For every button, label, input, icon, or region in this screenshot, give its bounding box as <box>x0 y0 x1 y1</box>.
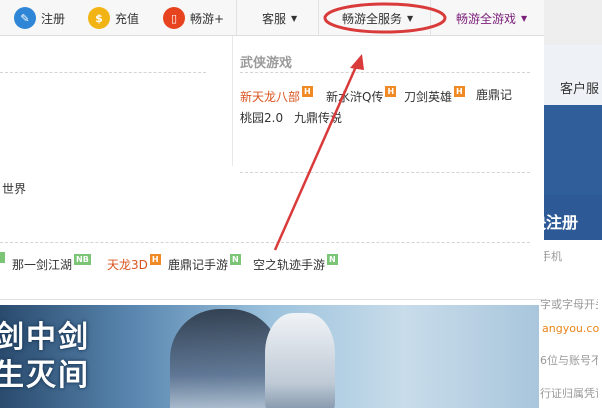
game-label: 新天龙八部 <box>240 90 301 104</box>
game-label: 那一剑江湖 <box>12 258 73 272</box>
game-link[interactable]: 天龙3D H <box>107 254 161 273</box>
game-label: 刀剑英雄 <box>404 90 453 104</box>
column-divider <box>232 36 233 166</box>
hot-badge: H <box>149 254 161 265</box>
phone-icon: ▯ <box>163 7 185 29</box>
dashed-divider <box>240 172 530 173</box>
hint-text: 字或字母开头 <box>540 298 598 311</box>
all-services-menu[interactable]: 畅游全服务 ▼ <box>342 0 413 36</box>
new-badge: N <box>230 254 241 265</box>
new-badge: NB <box>74 254 91 265</box>
game-link[interactable]: 鹿鼎记 <box>476 86 512 103</box>
hot-badge: H <box>385 86 397 97</box>
phone-tab[interactable]: 手机 <box>540 248 598 264</box>
banner-slogan: 剑中剑 生灭间 <box>0 319 90 395</box>
customer-service-label: 客户服 <box>560 82 600 97</box>
game-label: 鹿鼎记 <box>476 88 513 102</box>
game-link[interactable]: 新天龙八部 H <box>240 86 313 105</box>
domain-text: angyou.com <box>542 322 600 335</box>
dashed-divider <box>0 72 206 73</box>
hot-badge: H <box>302 86 313 97</box>
game-banner[interactable]: 剑中剑 生灭间 <box>0 305 539 408</box>
register-link[interactable]: ✎ 注册 <box>14 0 65 36</box>
badge-fragment <box>0 252 5 270</box>
all-games-label: 畅游全游戏 <box>456 11 517 26</box>
all-services-label: 畅游全服务 <box>342 11 403 26</box>
pencil-icon: ✎ <box>14 7 36 29</box>
all-games-menu[interactable]: 畅游全游戏 ▼ <box>456 0 527 36</box>
game-label: 桃园2.0 <box>240 111 284 125</box>
register-label: 注册 <box>41 11 66 26</box>
character-figure <box>265 313 335 408</box>
game-label: 新水浒Q传 <box>326 90 384 104</box>
recharge-link[interactable]: $ 充值 <box>88 0 139 36</box>
new-badge <box>0 252 5 263</box>
hint-text: 行证归属凭证 <box>540 387 598 400</box>
recharge-label: 充值 <box>115 11 140 26</box>
game-link[interactable]: 新水浒Q传 H <box>326 86 397 105</box>
wuxia-section-title: 武侠游戏 <box>240 56 293 71</box>
game-link[interactable]: 鹿鼎记手游 N <box>168 254 241 273</box>
dashed-divider <box>240 72 530 73</box>
changyou-plus-label: 畅游+ <box>190 11 225 26</box>
right-sidebar: 客户服 快注册 手机 字或字母开头 angyou.com 6位与账号不 行证归属… <box>530 0 602 408</box>
service-menu[interactable]: 客服 ▼ <box>262 0 297 36</box>
game-label: 天龙3D <box>107 258 148 272</box>
slogan-line: 剑中剑 <box>0 320 90 355</box>
service-label: 客服 <box>262 11 287 26</box>
caret-down-icon: ▼ <box>291 13 298 23</box>
game-label: 空之轨迹手游 <box>253 258 326 272</box>
game-link[interactable]: 那一剑江湖 NB <box>12 254 91 273</box>
toolbar-divider <box>318 0 319 36</box>
caret-down-icon: ▼ <box>521 13 528 23</box>
new-badge: N <box>327 254 338 265</box>
slogan-line: 生灭间 <box>0 358 90 393</box>
right-top-area <box>544 0 602 45</box>
game-label: 九鼎传说 <box>294 111 343 125</box>
top-toolbar: ✎ 注册 $ 充值 ▯ 畅游+ 客服 ▼ 畅游全服务 ▼ 畅游全游戏 ▼ <box>0 0 544 36</box>
quick-register-header: 快注册 <box>530 195 602 240</box>
game-label: 鹿鼎记手游 <box>168 258 229 272</box>
all-services-dropdown: 武侠游戏 新天龙八部 H 新水浒Q传 H 刀剑英雄 H 鹿鼎记 桃园2.0 九鼎传说 … <box>0 36 544 300</box>
game-link[interactable]: 九鼎传说 <box>294 109 342 126</box>
toolbar-divider <box>430 0 431 36</box>
changyou-plus-link[interactable]: ▯ 畅游+ <box>163 0 224 36</box>
customer-service-box[interactable]: 客户服 <box>544 45 602 105</box>
game-link[interactable]: 世界 <box>2 180 26 197</box>
game-link[interactable]: 刀剑英雄 H <box>404 86 465 105</box>
hot-badge: H <box>454 86 465 97</box>
hint-text: 6位与账号不 <box>540 354 598 367</box>
toolbar-divider <box>236 0 237 36</box>
dashed-divider <box>0 242 530 243</box>
game-link[interactable]: 桃园2.0 <box>240 109 283 126</box>
game-link[interactable]: 空之轨迹手游 N <box>253 254 338 273</box>
caret-down-icon: ▼ <box>407 13 414 23</box>
coin-icon: $ <box>88 7 110 29</box>
character-figure <box>170 309 280 408</box>
